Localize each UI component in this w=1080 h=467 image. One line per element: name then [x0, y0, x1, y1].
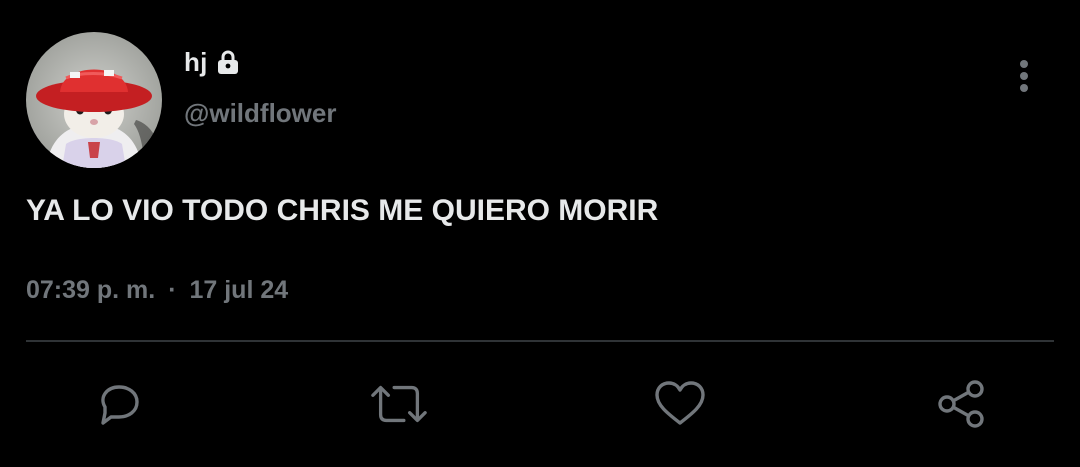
tweet-text: YA LO VIO TODO CHRIS ME QUIERO MORIR	[26, 194, 659, 227]
tweet-card: hj @wildflower YA LO VIO TODO CHRIS ME Q…	[0, 0, 1080, 467]
divider	[26, 340, 1054, 342]
meta-separator: ·	[168, 276, 177, 304]
more-options-button[interactable]	[1004, 56, 1044, 96]
display-name[interactable]: hj	[184, 47, 208, 78]
tweet-meta: 07:39 p. m. · 17 jul 24	[26, 276, 288, 305]
retweet-button[interactable]	[369, 374, 429, 434]
share-icon	[938, 380, 984, 428]
hamster-in-red-hat-avatar	[26, 32, 162, 168]
user-handle[interactable]: @wildflower	[184, 98, 336, 129]
share-button[interactable]	[932, 374, 992, 434]
name-row: hj	[184, 44, 336, 80]
reply-button[interactable]	[88, 374, 148, 434]
tweet-date[interactable]: 17 jul 24	[189, 276, 288, 304]
heart-icon	[655, 381, 705, 425]
lock-icon	[214, 48, 242, 76]
more-vertical-icon	[1020, 60, 1028, 92]
tweet-time[interactable]: 07:39 p. m.	[26, 276, 155, 304]
author-info: hj @wildflower	[184, 44, 336, 129]
like-button[interactable]	[650, 374, 710, 434]
retweet-icon	[371, 385, 427, 423]
avatar[interactable]	[26, 32, 162, 168]
reply-icon	[101, 385, 139, 425]
